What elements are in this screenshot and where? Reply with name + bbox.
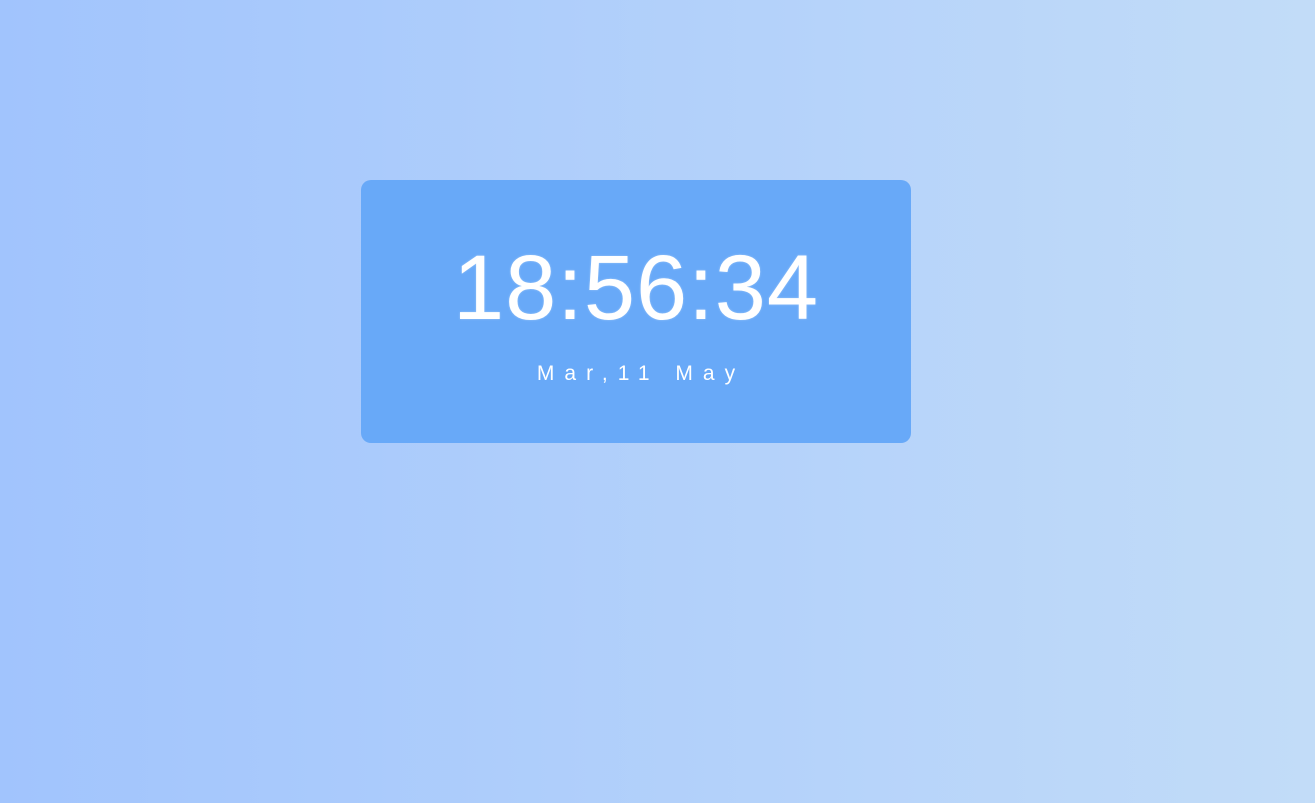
clock-page: { "clock": { "time": "18:56:34", "date":… (0, 0, 1315, 803)
clock-date: Mar,11 May (536, 362, 746, 385)
clock-card: 18:56:34 Mar,11 May (361, 180, 911, 443)
clock-time: 18:56:34 (452, 237, 820, 339)
